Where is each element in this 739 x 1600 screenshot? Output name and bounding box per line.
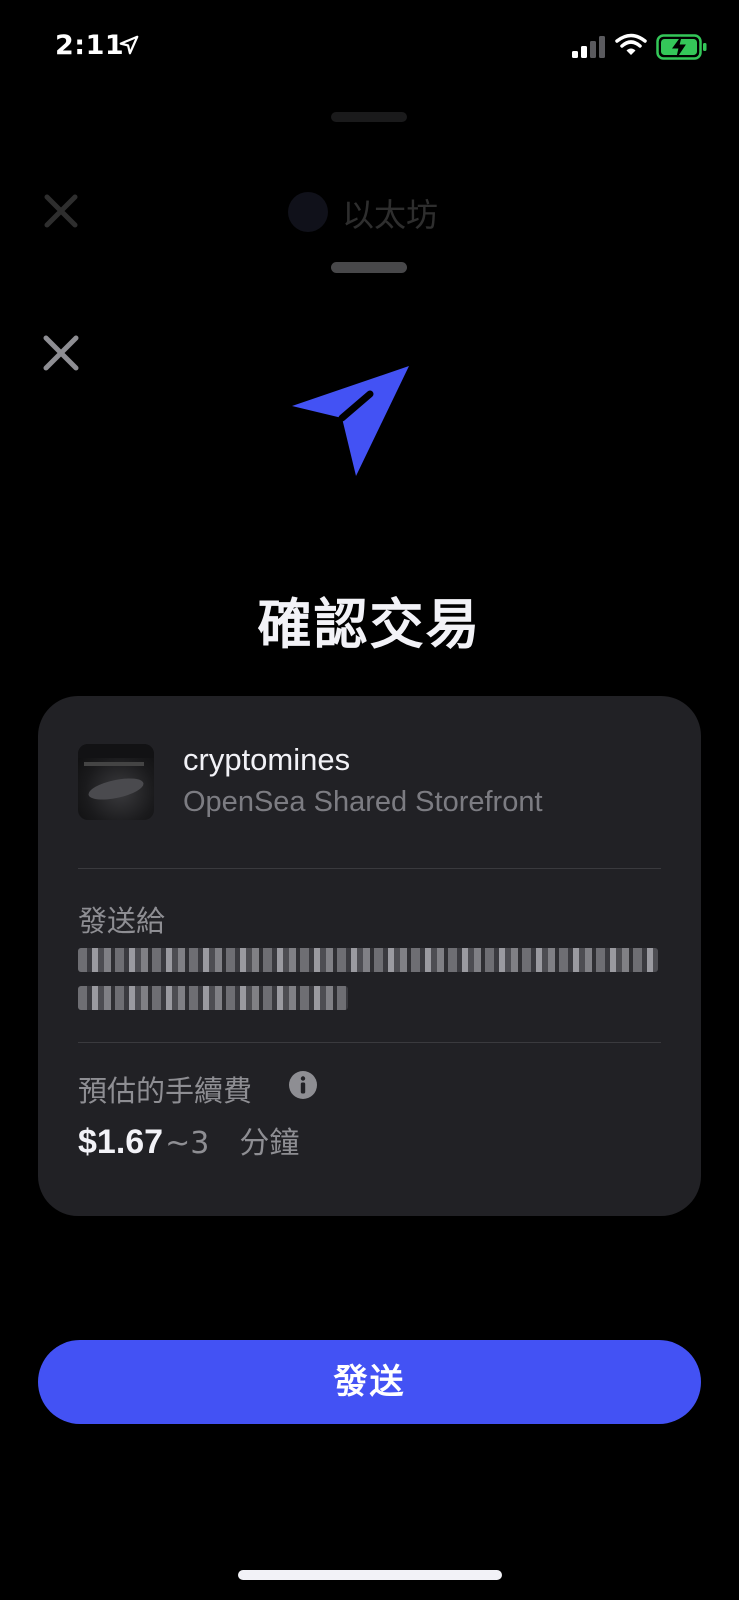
divider bbox=[78, 1042, 661, 1043]
send-arrow-icon bbox=[292, 366, 409, 476]
background-grabber bbox=[331, 112, 407, 122]
transaction-card: cryptomines OpenSea Shared Storefront 發送… bbox=[38, 696, 701, 1216]
recipient-label: 發送給 bbox=[78, 904, 166, 938]
divider bbox=[78, 868, 661, 869]
nft-thumbnail bbox=[78, 744, 154, 820]
close-button[interactable] bbox=[38, 330, 84, 376]
asset-name: cryptomines bbox=[183, 742, 351, 777]
info-icon[interactable] bbox=[288, 1070, 318, 1100]
ethereum-icon bbox=[288, 192, 328, 232]
background-title: 以太坊 bbox=[342, 196, 439, 234]
fee-amount: $1.67 bbox=[78, 1123, 164, 1161]
fee-label: 預估的手續費 bbox=[78, 1074, 253, 1108]
battery-charging-icon bbox=[656, 34, 707, 60]
location-arrow-icon bbox=[119, 35, 139, 55]
status-bar: 2:11 bbox=[0, 0, 739, 90]
home-indicator[interactable] bbox=[238, 1570, 502, 1580]
sheet-grabber[interactable] bbox=[331, 262, 407, 273]
fee-time: ~3 分鐘 bbox=[165, 1126, 300, 1161]
asset-collection: OpenSea Shared Storefront bbox=[183, 786, 543, 818]
wifi-icon bbox=[615, 33, 647, 55]
close-icon bbox=[44, 194, 78, 228]
status-time: 2:11 bbox=[55, 30, 125, 61]
cellular-signal-icon bbox=[572, 36, 605, 58]
send-button[interactable]: 發送 bbox=[38, 1340, 701, 1424]
recipient-address-redacted bbox=[78, 948, 661, 1018]
fee-row: $1.67~3 分鐘 bbox=[78, 1118, 299, 1162]
page-title: 確認交易 bbox=[257, 593, 482, 656]
